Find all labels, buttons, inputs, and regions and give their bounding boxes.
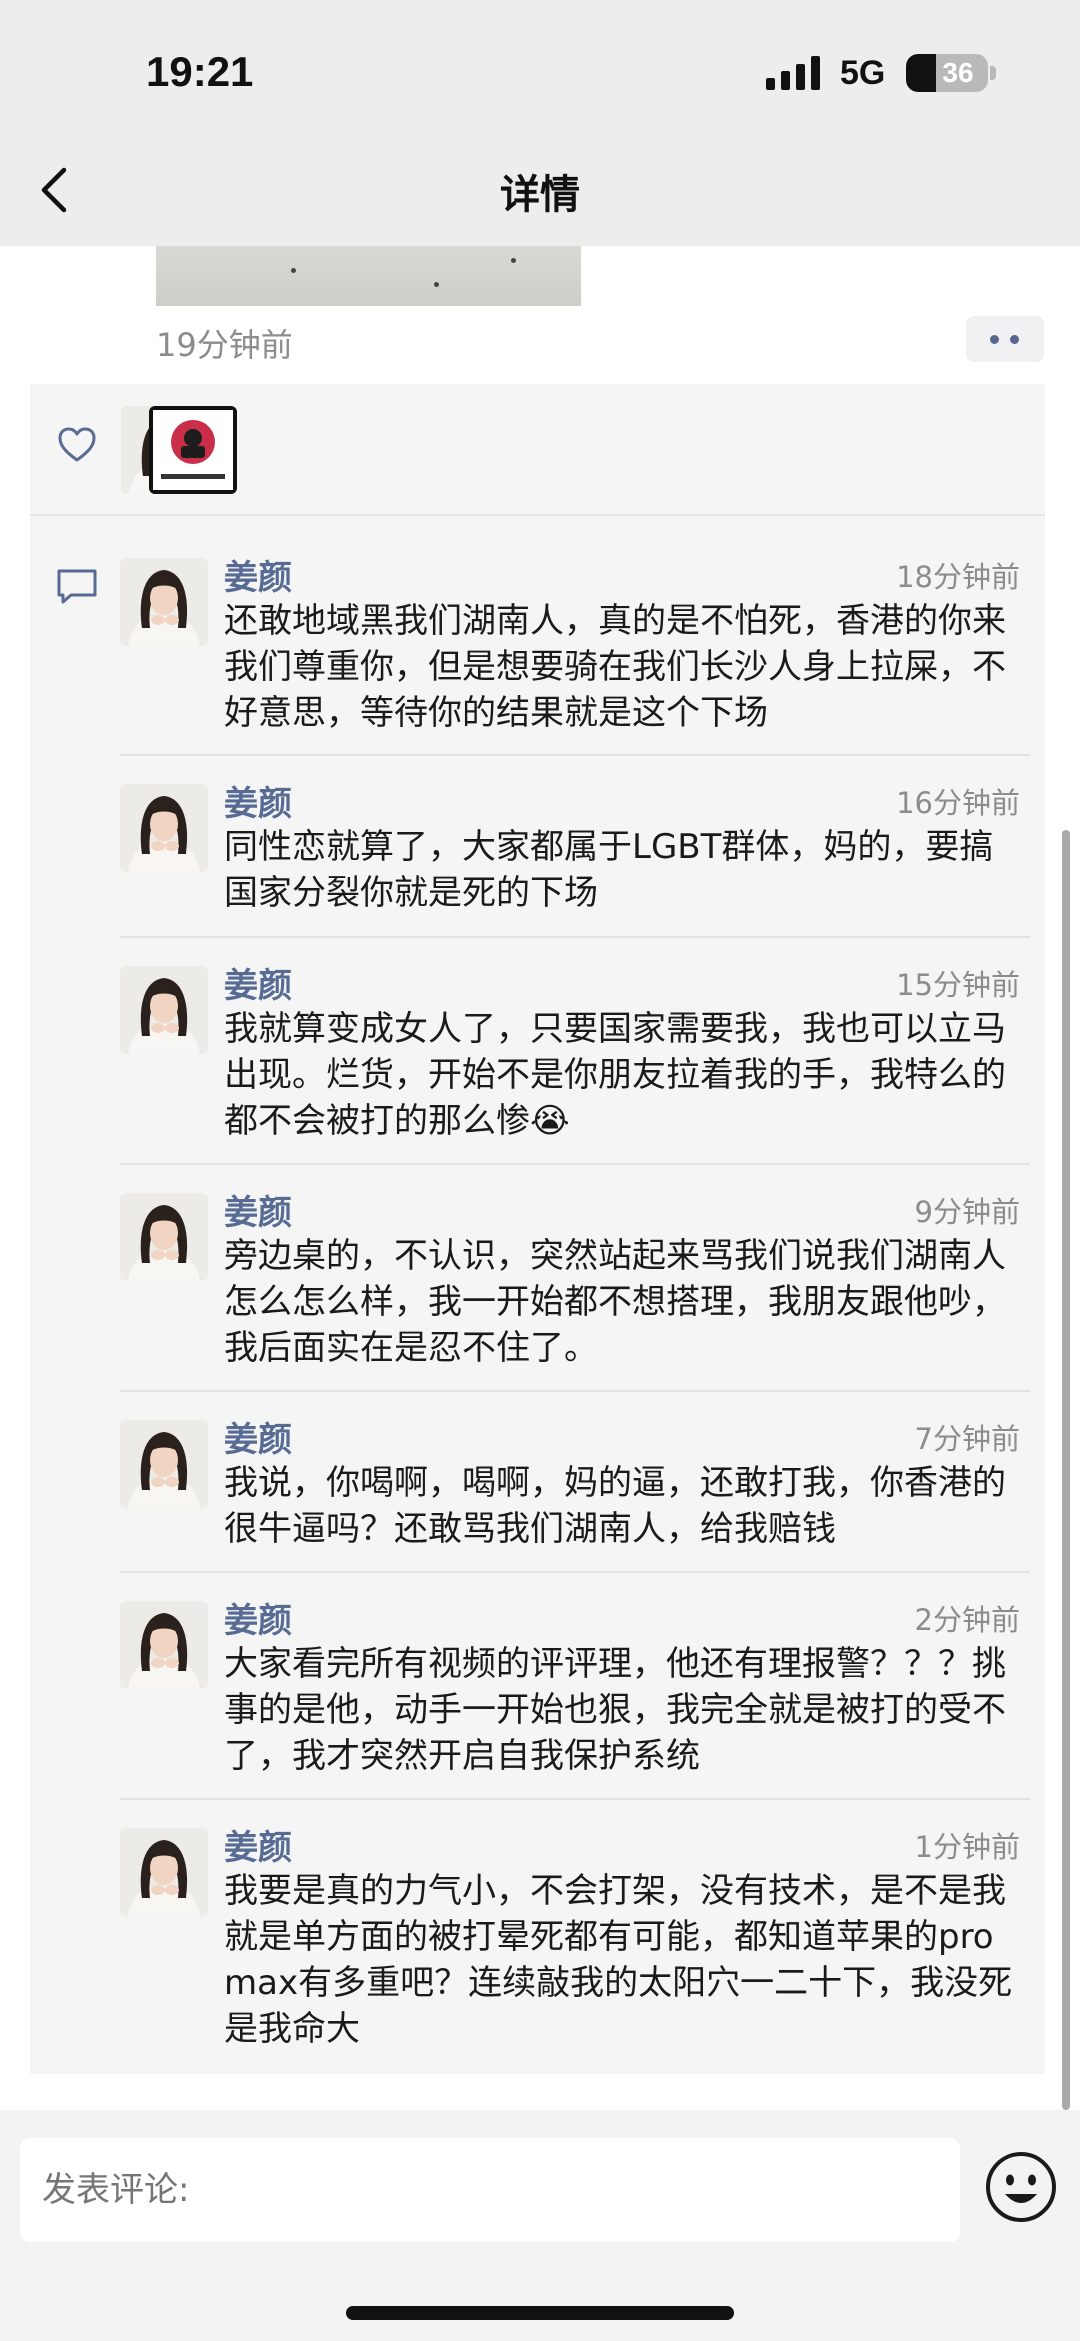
comment-text: 我要是真的力气小，不会打架，没有技术，是不是我就是单方面的被打晕死都有可能，都知…: [224, 1871, 1013, 2049]
like-avatar-logo[interactable]: [149, 406, 237, 494]
avatar[interactable]: [120, 966, 208, 1054]
battery-icon: 36: [906, 54, 988, 92]
comment-author[interactable]: 姜颜: [224, 1412, 292, 1461]
battery-percent: 36: [942, 57, 974, 88]
avatar[interactable]: [120, 1828, 208, 1916]
comment-divider: [120, 1163, 1030, 1165]
avatar[interactable]: [120, 1193, 208, 1281]
comment-author[interactable]: 姜颜: [224, 550, 292, 599]
comment-text: 同性恋就算了，大家都属于LGBT群体，妈的，要搞国家分裂你就是死的下场: [224, 827, 994, 913]
likes-row: [30, 384, 1045, 514]
comment-icon: [57, 569, 97, 604]
comment-divider: [120, 1571, 1030, 1573]
comment-time: 9分钟前: [914, 1195, 1020, 1229]
comment-time: 1分钟前: [914, 1830, 1020, 1864]
comment-time: 2分钟前: [914, 1603, 1020, 1637]
comment-author[interactable]: 姜颜: [224, 1820, 292, 1869]
comment-author[interactable]: 姜颜: [224, 776, 292, 825]
avatar[interactable]: [120, 558, 208, 646]
comment-divider: [120, 754, 1030, 756]
smiley-icon[interactable]: [984, 2150, 1058, 2224]
network-type: 5G: [840, 54, 886, 92]
comment-divider: [120, 1798, 1030, 1800]
comment-divider: [120, 1390, 1030, 1392]
comment-time: 16分钟前: [896, 786, 1020, 820]
comment-author[interactable]: 姜颜: [224, 1593, 292, 1642]
more-dots-icon[interactable]: [966, 316, 1044, 362]
page-title: 详情: [500, 172, 580, 218]
home-indicator[interactable]: [346, 2306, 734, 2320]
comment-text: 还敢地域黑我们湖南人，真的是不怕死，香港的你来我们尊重你，但是想要骑在我们长沙人…: [224, 601, 1006, 733]
avatar[interactable]: [120, 784, 208, 872]
signal-icon: [766, 56, 820, 90]
comment-time: 18分钟前: [896, 560, 1020, 594]
comment-input[interactable]: [20, 2138, 960, 2242]
interaction-panel: 姜颜 18分钟前还敢地域黑我们湖南人，真的是不怕死，香港的你来我们尊重你，但是想要…: [30, 384, 1045, 2074]
status-time: 19:21: [146, 48, 254, 95]
comment-time: 15分钟前: [896, 968, 1020, 1002]
comment-time: 7分钟前: [914, 1422, 1020, 1456]
battery-tip: [990, 66, 996, 80]
avatar[interactable]: [120, 1601, 208, 1689]
post-time: 19分钟前: [156, 326, 293, 364]
post-image[interactable]: [156, 246, 581, 306]
heart-icon: [58, 427, 96, 462]
avatar[interactable]: [120, 1420, 208, 1508]
comment-author[interactable]: 姜颜: [224, 1185, 292, 1234]
top-bar: 19:21 5G 36 详情: [0, 0, 1080, 246]
comment-text: 我说，你喝啊，喝啊，妈的逼，还敢打我，你香港的很牛逼吗？还敢骂我们湖南人，给我赔…: [224, 1463, 1006, 1549]
comment-text: 旁边桌的，不认识，突然站起来骂我们说我们湖南人怎么怎么样，我一开始都不想搭理，我…: [224, 1236, 1006, 1368]
comment-text: 我就算变成女人了，只要国家需要我，我也可以立马出现。烂货，开始不是你朋友拉着我的…: [224, 1009, 1006, 1141]
panel-divider: [30, 514, 1045, 516]
logo-avatar-icon: [149, 406, 237, 494]
comment-author[interactable]: 姜颜: [224, 958, 292, 1007]
comment-divider: [120, 936, 1030, 938]
scrollbar[interactable]: [1062, 830, 1070, 2110]
comment-text: 大家看完所有视频的评评理，他还有理报警？？？挑事的是他，动手一开始也狠，我完全就…: [224, 1644, 1006, 1776]
